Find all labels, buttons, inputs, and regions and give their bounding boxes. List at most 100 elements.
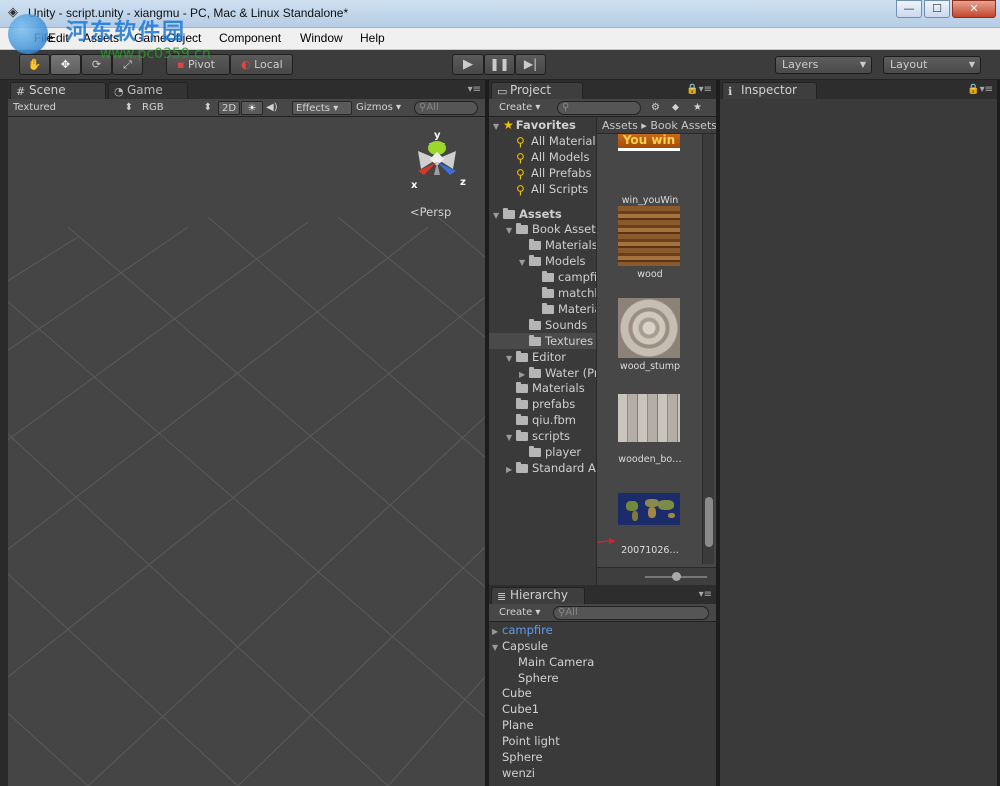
hierarchy-item[interactable]: ▼ Capsule — [489, 638, 548, 654]
project-tree-item[interactable]: ▼ ★ Favorites — [489, 117, 596, 133]
tab-project[interactable]: ▭ Project — [491, 82, 583, 99]
project-tree-item[interactable]: ▼ Editor — [489, 349, 596, 365]
hand-tool-button[interactable]: ✋ — [19, 54, 50, 75]
asset-grid-scrollbar[interactable] — [702, 134, 714, 564]
hierarchy-item[interactable]: Main Camera — [489, 654, 594, 670]
hierarchy-item[interactable]: Cube — [489, 685, 532, 701]
menu-edit[interactable]: Edit — [48, 31, 69, 45]
panel-menu-icon[interactable]: ▾≡ — [699, 589, 712, 600]
folder-icon — [516, 414, 528, 426]
project-tree-item[interactable]: ⚲ All Scripts — [489, 181, 596, 197]
maximize-button[interactable]: ☐ — [924, 0, 950, 18]
filter-type-icon[interactable]: ⚙ — [651, 101, 665, 115]
project-search-input[interactable]: ⚲ — [557, 101, 641, 115]
tab-hierarchy[interactable]: ≣ Hierarchy — [491, 587, 585, 604]
minimize-button[interactable]: — — [896, 0, 922, 18]
move-tool-button[interactable]: ✥ — [50, 54, 81, 75]
lock-menu-icon[interactable]: 🔒▾≡ — [686, 84, 712, 95]
menu-window[interactable]: Window — [300, 31, 343, 45]
effects-label: Effects — [296, 103, 330, 114]
project-tree-item[interactable]: Textures — [489, 332, 596, 349]
project-tree-item[interactable]: qiu.fbm — [489, 412, 596, 428]
menu-gameobject[interactable]: GameObject — [134, 31, 201, 45]
project-asset-grid: Assets ▸ Book Assets You win win_youWin … — [597, 117, 716, 585]
gizmos-dropdown[interactable]: Gizmos ▾ — [356, 101, 408, 115]
lighting-toggle[interactable]: ☀ — [241, 101, 263, 115]
persp-label[interactable]: <Persp — [410, 205, 451, 219]
project-tree-item[interactable]: matchbox — [489, 285, 596, 301]
project-tree-item[interactable]: ⚲ All Models — [489, 149, 596, 165]
hierarchy-item[interactable]: ▶ campfire — [489, 622, 553, 638]
local-toggle[interactable]: ◐ Local — [230, 54, 293, 75]
asset-world-map[interactable]: 20071026… — [597, 493, 703, 563]
project-tree-item[interactable]: ▼ scripts — [489, 428, 596, 444]
rotate-tool-button[interactable]: ⟳ — [81, 54, 112, 75]
layout-dropdown[interactable]: Layout ▼ — [883, 56, 981, 74]
hierarchy-item[interactable]: Plane — [489, 717, 534, 733]
folder-icon — [516, 461, 528, 473]
scale-tool-button[interactable]: ⤢ — [112, 54, 143, 75]
menu-assets[interactable]: Assets — [83, 31, 119, 45]
folder-icon — [529, 446, 541, 457]
hierarchy-item[interactable]: Sphere — [489, 670, 559, 686]
project-tree-item[interactable]: ⚲ All Prefabs — [489, 165, 596, 181]
tab-game[interactable]: ◔ Game — [108, 82, 188, 99]
effects-dropdown[interactable]: Effects ▾ — [292, 101, 352, 115]
project-tree-item[interactable]: Sounds — [489, 317, 596, 333]
scrollbar-thumb[interactable] — [705, 497, 713, 547]
filter-label-icon[interactable]: ⬥ — [672, 101, 686, 115]
2d-toggle[interactable]: 2D — [218, 101, 240, 115]
step-button[interactable]: ▶| — [515, 54, 546, 75]
menu-help[interactable]: Help — [360, 31, 385, 45]
menu-component[interactable]: Component — [219, 31, 281, 45]
tab-scene[interactable]: # Scene — [10, 82, 106, 99]
favorite-star-icon[interactable]: ★ — [693, 101, 707, 115]
pivot-toggle[interactable]: ▪ Pivot — [166, 54, 230, 75]
scene-view-canvas[interactable]: y x z <Persp — [8, 117, 485, 786]
close-button[interactable]: ✕ — [952, 0, 996, 18]
slider-handle[interactable] — [672, 572, 681, 581]
asset-wood[interactable]: wood — [597, 206, 703, 286]
project-tree-item[interactable]: ▼ Models — [489, 253, 596, 269]
panel-menu-icon[interactable]: ▾≡ — [468, 84, 481, 95]
hierarchy-item[interactable]: Sphere — [489, 749, 543, 765]
project-tree-item[interactable]: ▼ Book Assets — [489, 221, 596, 237]
color-mode-dropdown[interactable]: RGB ⬍ — [142, 101, 212, 115]
project-create-dropdown[interactable]: Create ▾ — [499, 101, 545, 115]
render-mode-dropdown[interactable]: Textured ⬍ — [13, 101, 133, 115]
project-breadcrumb[interactable]: Assets ▸ Book Assets — [597, 117, 716, 134]
play-button[interactable]: ▶ — [452, 54, 484, 75]
project-tree-item[interactable]: campfire — [489, 269, 596, 285]
hierarchy-create-dropdown[interactable]: Create ▾ — [499, 606, 545, 620]
project-tree-item[interactable]: ⚲ All Materials — [489, 133, 596, 149]
pause-button[interactable]: ❚❚ — [484, 54, 515, 75]
tab-inspector[interactable]: ℹ Inspector — [722, 82, 817, 99]
pause-icon: ❚❚ — [489, 57, 510, 71]
project-tree-item[interactable]: Materials — [489, 237, 596, 253]
project-tree-item[interactable]: Materials — [489, 301, 596, 317]
asset-win-youwin[interactable]: You win win_youWin — [597, 134, 703, 214]
project-tree-item[interactable]: prefabs — [489, 396, 596, 412]
orientation-gizmo[interactable]: y x z — [404, 129, 474, 209]
hierarchy-item[interactable]: wenzi — [489, 765, 535, 781]
layers-dropdown[interactable]: Layers ▼ — [775, 56, 872, 74]
pivot-label: Pivot — [187, 58, 215, 71]
lock-menu-icon[interactable]: 🔒▾≡ — [967, 84, 993, 95]
hierarchy-list: ▶ campfire ▼ Capsule Main Camera Sphere Cube Cu… — [489, 622, 716, 786]
project-tree-item[interactable]: player — [489, 444, 596, 460]
scene-search-input[interactable]: ⚲All — [414, 101, 478, 115]
audio-toggle[interactable]: ◀) — [266, 101, 288, 115]
collapse-arrow-icon[interactable]: ▶ — [506, 462, 516, 478]
hierarchy-item[interactable]: Cube1 — [489, 701, 539, 717]
project-tree-item[interactable]: ▼ Assets — [489, 206, 596, 222]
project-tree-item[interactable]: Materials — [489, 380, 596, 396]
project-tree-item[interactable]: ▶Water (Pro Only) — [489, 365, 596, 381]
hierarchy-item[interactable]: Point light — [489, 733, 560, 749]
hierarchy-search-input[interactable]: ⚲All — [553, 606, 709, 620]
hierarchy-subbar: Create ▾ ⚲All — [489, 604, 716, 622]
project-tree-item[interactable]: ▶ Standard Assets — [489, 460, 596, 476]
asset-wooden-board[interactable]: wooden_bo… — [597, 394, 703, 474]
asset-wood-stump[interactable]: wood_stump — [597, 298, 703, 378]
gizmo-y-label: y — [434, 130, 441, 141]
play-icon: ▶ — [463, 57, 473, 72]
